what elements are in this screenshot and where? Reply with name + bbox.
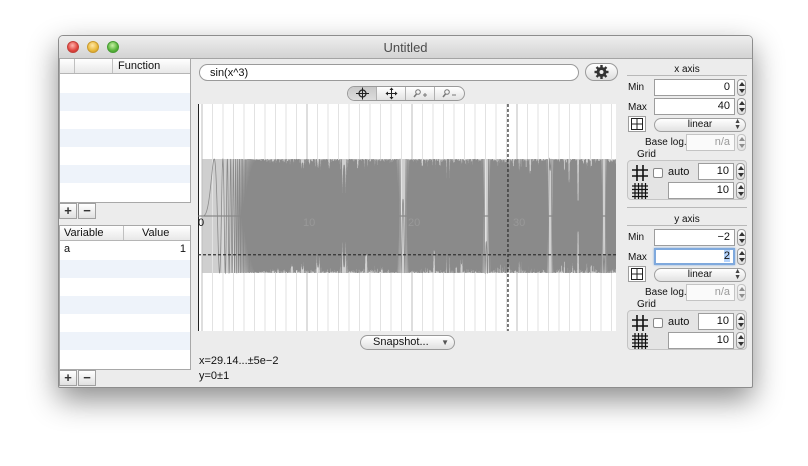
functions-table[interactable]: Function: [59, 58, 191, 203]
snapshot-button[interactable]: Snapshot... ▼: [360, 335, 455, 350]
x-grid-minor-stepper[interactable]: [736, 182, 745, 199]
grid-square-icon: [631, 268, 643, 280]
zoom-in-tool[interactable]: [406, 87, 435, 100]
y-auto-checkbox[interactable]: [653, 318, 663, 328]
minor-grid-icon: [632, 183, 648, 199]
x-tick-label: 0: [198, 217, 204, 229]
graph-plot[interactable]: 010203040: [198, 104, 616, 331]
variable-value: 1: [179, 243, 186, 255]
y-scale-popup[interactable]: linear ▲ ▼: [654, 268, 746, 282]
major-grid-icon: [632, 165, 648, 181]
x-auto-checkbox[interactable]: [653, 168, 663, 178]
popup-arrows-icon: ▲ ▼: [734, 118, 741, 131]
zoom-out-tool[interactable]: [435, 87, 464, 100]
x-min-stepper[interactable]: [737, 79, 746, 96]
y-grid-major-stepper[interactable]: [736, 313, 745, 330]
y-scale-value: linear: [687, 269, 713, 280]
y-axis-title: y axis: [674, 214, 700, 225]
x-grid-toggle-button[interactable]: [628, 116, 646, 132]
remove-function-button[interactable]: −: [78, 203, 96, 219]
x-base-log-label: Base log.: [645, 137, 687, 148]
x-scale-popup[interactable]: linear ▲ ▼: [654, 118, 746, 132]
x-min-label: Min: [628, 82, 645, 93]
move-icon: [385, 87, 398, 100]
x-readout: x=29.14...±5e−2: [199, 355, 279, 367]
y-auto-label: auto: [668, 316, 690, 328]
x-axis-title: x axis: [674, 64, 700, 75]
x-max-field[interactable]: 40: [654, 98, 735, 115]
x-grid-box: auto 10 10: [627, 160, 747, 200]
snapshot-label: Snapshot...: [373, 336, 429, 348]
add-variable-button[interactable]: +: [59, 370, 77, 386]
functions-table-header: Function: [60, 59, 190, 74]
function-column-header[interactable]: Function: [118, 60, 160, 72]
y-base-log-stepper: [737, 284, 746, 301]
popup-arrows-icon: ▲ ▼: [734, 268, 741, 281]
gear-icon: [594, 65, 609, 79]
y-min-stepper[interactable]: [737, 229, 746, 246]
y-max-stepper[interactable]: [737, 248, 746, 265]
x-tick-label: 20: [408, 217, 420, 229]
y-grid-minor-field[interactable]: 10: [668, 332, 734, 349]
window-title: Untitled: [383, 40, 428, 55]
y-grid-major-field[interactable]: 10: [698, 313, 734, 330]
x-grid-major-stepper[interactable]: [736, 163, 745, 180]
y-grid-box: auto 10 10: [627, 310, 747, 350]
crosshair-tool[interactable]: [348, 87, 377, 100]
x-min-field[interactable]: 0: [654, 79, 735, 96]
y-min-label: Min: [628, 232, 645, 243]
function-settings-button[interactable]: [585, 63, 618, 81]
x-base-log-field: n/a: [686, 134, 735, 151]
crosshair-icon: [356, 87, 369, 100]
y-grid-minor-stepper[interactable]: [736, 332, 745, 349]
major-grid-icon: [632, 315, 648, 331]
variable-name: a: [64, 243, 71, 255]
title-bar: Untitled: [59, 36, 752, 59]
remove-variable-button[interactable]: −: [78, 370, 96, 386]
x-base-log-stepper: [737, 134, 746, 151]
chevron-down-icon: ▼: [441, 338, 449, 347]
x-max-label: Max: [628, 102, 647, 113]
x-grid-major-field[interactable]: 10: [698, 163, 734, 180]
function-curve: [202, 157, 616, 275]
add-function-button[interactable]: +: [59, 203, 77, 219]
x-tick-label: 30: [513, 217, 525, 229]
y-max-label: Max: [628, 252, 647, 263]
grid-square-icon: [631, 118, 643, 130]
x-auto-label: auto: [668, 166, 690, 178]
x-max-stepper[interactable]: [737, 98, 746, 115]
y-base-log-field: n/a: [686, 284, 735, 301]
x-tick-label: 10: [303, 217, 315, 229]
y-readout: y=0±1: [199, 370, 230, 382]
variable-column-header[interactable]: Variable: [64, 227, 104, 239]
x-grid-label: Grid: [637, 149, 656, 160]
move-tool[interactable]: [377, 87, 406, 100]
zoom-in-icon: [413, 89, 427, 98]
y-max-value: 2: [723, 250, 730, 262]
function-input[interactable]: sin(x^3): [199, 64, 579, 81]
x-scale-value: linear: [687, 119, 713, 130]
graph-tools: [347, 86, 465, 101]
variable-row[interactable]: a 1: [60, 242, 190, 258]
x-grid-minor-field[interactable]: 10: [668, 182, 734, 199]
app-window: Untitled Function + − Variable Value a 1…: [58, 35, 753, 388]
graph-view[interactable]: 010203040: [198, 104, 616, 331]
zoom-out-icon: [442, 89, 456, 98]
minor-grid-icon: [632, 333, 648, 349]
y-grid-toggle-button[interactable]: [628, 266, 646, 282]
value-column-header[interactable]: Value: [142, 227, 169, 239]
variables-table[interactable]: Variable Value a 1: [59, 225, 191, 370]
y-max-field[interactable]: 2: [654, 248, 735, 265]
variables-table-header: Variable Value: [60, 226, 190, 241]
y-min-field[interactable]: −2: [654, 229, 735, 246]
y-base-log-label: Base log.: [645, 287, 687, 298]
y-grid-label: Grid: [637, 299, 656, 310]
